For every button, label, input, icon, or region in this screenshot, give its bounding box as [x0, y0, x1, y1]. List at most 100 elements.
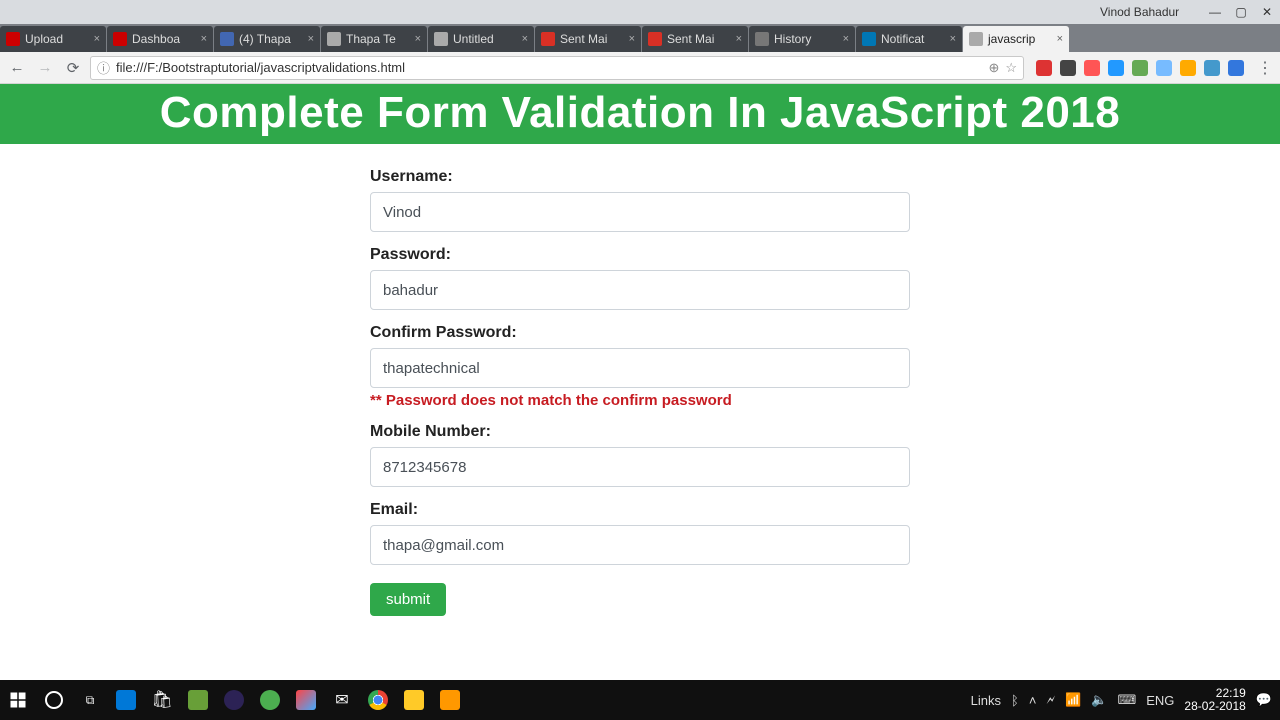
email-label: Email: [370, 501, 910, 519]
tab-close-icon[interactable]: × [94, 33, 100, 45]
tab-title: Dashboa [132, 32, 180, 46]
tab-favicon [541, 32, 555, 46]
tray-notifications-icon[interactable]: 💬 [1256, 692, 1272, 708]
tab-title: javascrip [988, 32, 1035, 46]
tray-battery-icon[interactable]: 🗲 [1046, 692, 1055, 708]
zoom-icon[interactable]: ⊕ [988, 60, 999, 76]
password-input[interactable] [370, 270, 910, 310]
tab-close-icon[interactable]: × [629, 33, 635, 45]
extension-icon[interactable] [1156, 60, 1172, 76]
address-bar[interactable]: ⓘ file:///F:/Bootstraptutorial/javascrip… [90, 56, 1024, 80]
browser-tab[interactable]: Notificat × [856, 26, 962, 52]
tab-close-icon[interactable]: × [201, 33, 207, 45]
extension-icon[interactable] [1204, 60, 1220, 76]
taskbar-app-misc1[interactable] [252, 680, 288, 720]
system-tray: Links ᛒ ˄ 🗲 📶 🔈 ⌨ ENG 22:19 28-02-2018 💬 [971, 687, 1280, 713]
taskbar-app-store[interactable]: 🛍 [144, 680, 180, 720]
browser-tab[interactable]: Sent Mai × [535, 26, 641, 52]
cortana-button[interactable] [36, 680, 72, 720]
tray-volume-icon[interactable]: 🔈 [1091, 692, 1107, 708]
tab-favicon [969, 32, 983, 46]
tab-close-icon[interactable]: × [308, 33, 314, 45]
tab-favicon [220, 32, 234, 46]
extension-icon[interactable] [1132, 60, 1148, 76]
taskbar-app-explorer[interactable] [396, 680, 432, 720]
taskbar-app-misc2[interactable] [288, 680, 324, 720]
tab-title: Notificat [881, 32, 924, 46]
taskbar-app-mail[interactable]: ✉ [324, 680, 360, 720]
browser-tab[interactable]: History × [749, 26, 855, 52]
tab-title: History [774, 32, 811, 46]
extension-icon[interactable] [1108, 60, 1124, 76]
window-close-button[interactable]: ✕ [1254, 2, 1280, 22]
chrome-menu-button[interactable]: ⋮ [1256, 57, 1274, 79]
confirm-password-label: Confirm Password: [370, 324, 910, 342]
tab-favicon [113, 32, 127, 46]
extension-icon[interactable] [1036, 60, 1052, 76]
taskbar-app-sublime[interactable] [432, 680, 468, 720]
window-minimize-button[interactable]: — [1202, 2, 1228, 22]
tab-favicon [6, 32, 20, 46]
extension-icon[interactable] [1228, 60, 1244, 76]
email-input[interactable] [370, 525, 910, 565]
browser-tab[interactable]: Thapa Te × [321, 26, 427, 52]
browser-tab[interactable]: Untitled × [428, 26, 534, 52]
tray-clock[interactable]: 22:19 28-02-2018 [1184, 687, 1245, 713]
tab-favicon [648, 32, 662, 46]
tab-favicon [862, 32, 876, 46]
tab-close-icon[interactable]: × [843, 33, 849, 45]
tab-title: Sent Mai [560, 32, 607, 46]
tray-keyboard-icon[interactable]: ⌨ [1117, 692, 1136, 708]
browser-tab[interactable]: Upload × [0, 26, 106, 52]
tray-wifi-icon[interactable]: 📶 [1065, 692, 1081, 708]
tray-bluetooth-icon[interactable]: ᛒ [1011, 693, 1019, 708]
taskbar-app-androidstudio[interactable] [180, 680, 216, 720]
tray-chevron-icon[interactable]: ˄ [1029, 693, 1037, 708]
bookmark-icon[interactable]: ☆ [1005, 60, 1017, 76]
tab-close-icon[interactable]: × [1057, 33, 1063, 45]
username-input[interactable] [370, 192, 910, 232]
tab-title: Untitled [453, 32, 494, 46]
page-viewport: Complete Form Validation In JavaScript 2… [0, 84, 1280, 680]
extensions-area [1030, 60, 1250, 76]
nav-reload-button[interactable]: ⟳ [62, 57, 84, 79]
extension-icon[interactable] [1180, 60, 1196, 76]
submit-button[interactable]: submit [370, 583, 446, 616]
mobile-label: Mobile Number: [370, 423, 910, 441]
tab-favicon [434, 32, 448, 46]
browser-tab[interactable]: Sent Mai × [642, 26, 748, 52]
tab-close-icon[interactable]: × [415, 33, 421, 45]
page-title: Complete Form Validation In JavaScript 2… [0, 84, 1280, 144]
tab-favicon [327, 32, 341, 46]
tray-language[interactable]: ENG [1146, 693, 1174, 708]
taskbar-app-eclipse[interactable] [216, 680, 252, 720]
window-titlebar: Vinod Bahadur — ▢ ✕ [0, 0, 1280, 24]
taskbar-app-chrome[interactable] [360, 680, 396, 720]
extension-icon[interactable] [1060, 60, 1076, 76]
tray-date: 28-02-2018 [1184, 700, 1245, 713]
mobile-input[interactable] [370, 447, 910, 487]
browser-tab[interactable]: (4) Thapa × [214, 26, 320, 52]
browser-tab[interactable]: Dashboa × [107, 26, 213, 52]
form-container: Username: Password: Confirm Password: **… [370, 168, 910, 616]
nav-back-button[interactable]: ← [6, 57, 28, 79]
task-view-button[interactable]: ⧉ [72, 680, 108, 720]
site-info-icon[interactable]: ⓘ [97, 58, 110, 77]
browser-tab[interactable]: javascrip × [963, 26, 1069, 52]
username-label: Username: [370, 168, 910, 186]
window-maximize-button[interactable]: ▢ [1228, 2, 1254, 22]
nav-forward-button: → [34, 57, 56, 79]
tab-title: Thapa Te [346, 32, 396, 46]
taskbar-app-edge[interactable] [108, 680, 144, 720]
start-button[interactable] [0, 680, 36, 720]
tray-links-label[interactable]: Links [971, 693, 1001, 708]
extension-icon[interactable] [1084, 60, 1100, 76]
tab-close-icon[interactable]: × [522, 33, 528, 45]
tab-close-icon[interactable]: × [736, 33, 742, 45]
confirm-password-error: ** Password does not match the confirm p… [370, 392, 910, 409]
tab-close-icon[interactable]: × [950, 33, 956, 45]
password-label: Password: [370, 246, 910, 264]
window-user-label: Vinod Bahadur [1100, 5, 1179, 19]
confirm-password-input[interactable] [370, 348, 910, 388]
browser-toolbar: ← → ⟳ ⓘ file:///F:/Bootstraptutorial/jav… [0, 52, 1280, 84]
